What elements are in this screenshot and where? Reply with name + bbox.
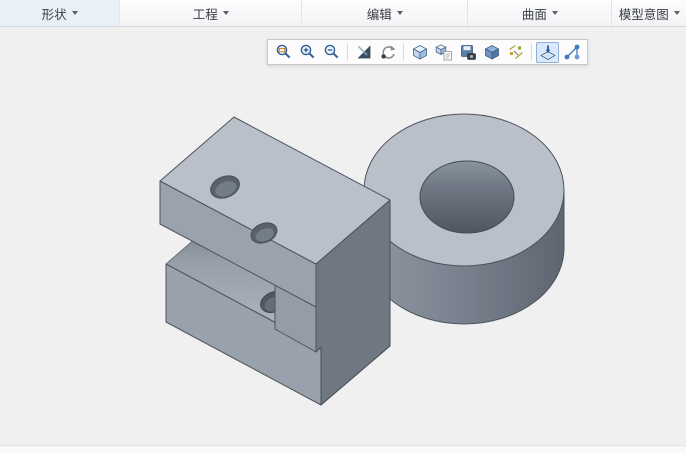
chevron-down-icon xyxy=(72,11,78,15)
named-view-button[interactable] xyxy=(432,42,455,63)
menu-shape-label: 形状 xyxy=(42,4,67,23)
named-view-icon xyxy=(435,43,453,61)
chevron-down-icon xyxy=(397,11,403,15)
zoom-window-icon xyxy=(275,43,293,61)
toolbar-separator xyxy=(531,43,532,61)
menu-engineering[interactable]: 工程 xyxy=(120,0,302,26)
link-nodes-icon xyxy=(563,43,581,61)
zoom-in-icon xyxy=(299,43,317,61)
dimension-button[interactable] xyxy=(504,42,527,63)
viewport-canvas[interactable] xyxy=(0,0,686,453)
link-nodes-button[interactable] xyxy=(560,42,583,63)
menu-surface-label: 曲面 xyxy=(522,4,547,23)
capture-view-button[interactable] xyxy=(456,42,479,63)
normal-to-view-icon xyxy=(539,43,557,61)
menubar: 形状 工程 编辑 曲面 模型意图 xyxy=(0,0,686,27)
orbit-icon xyxy=(379,43,397,61)
chevron-down-icon xyxy=(223,11,229,15)
model-eye-lug xyxy=(364,114,564,324)
zoom-out-icon xyxy=(323,43,341,61)
view-toolbar xyxy=(267,39,588,65)
dimension-icon xyxy=(507,43,525,61)
shaded-view-icon xyxy=(483,43,501,61)
menu-shape[interactable]: 形状 xyxy=(0,0,120,26)
capture-view-icon xyxy=(459,43,477,61)
toolbar-separator xyxy=(347,43,348,61)
menu-edit[interactable]: 编辑 xyxy=(302,0,468,26)
zoom-window-button[interactable] xyxy=(272,42,295,63)
zoom-area-icon xyxy=(355,43,373,61)
menu-engineering-label: 工程 xyxy=(193,4,218,23)
iso-view-button[interactable] xyxy=(408,42,431,63)
menu-edit-label: 编辑 xyxy=(367,4,392,23)
menu-surface[interactable]: 曲面 xyxy=(468,0,612,26)
zoom-in-button[interactable] xyxy=(296,42,319,63)
chevron-down-icon xyxy=(674,11,680,15)
orbit-button[interactable] xyxy=(376,42,399,63)
menu-model-intent-label: 模型意图 xyxy=(619,4,669,23)
shaded-view-button[interactable] xyxy=(480,42,503,63)
chevron-down-icon xyxy=(552,11,558,15)
status-strip xyxy=(0,445,686,453)
zoom-area-button[interactable] xyxy=(352,42,375,63)
zoom-out-button[interactable] xyxy=(320,42,343,63)
lug-bore-hole xyxy=(420,161,514,233)
toolbar-separator xyxy=(403,43,404,61)
normal-to-view-button[interactable] xyxy=(536,42,559,63)
iso-view-icon xyxy=(411,43,429,61)
menu-model-intent[interactable]: 模型意图 xyxy=(612,0,686,26)
